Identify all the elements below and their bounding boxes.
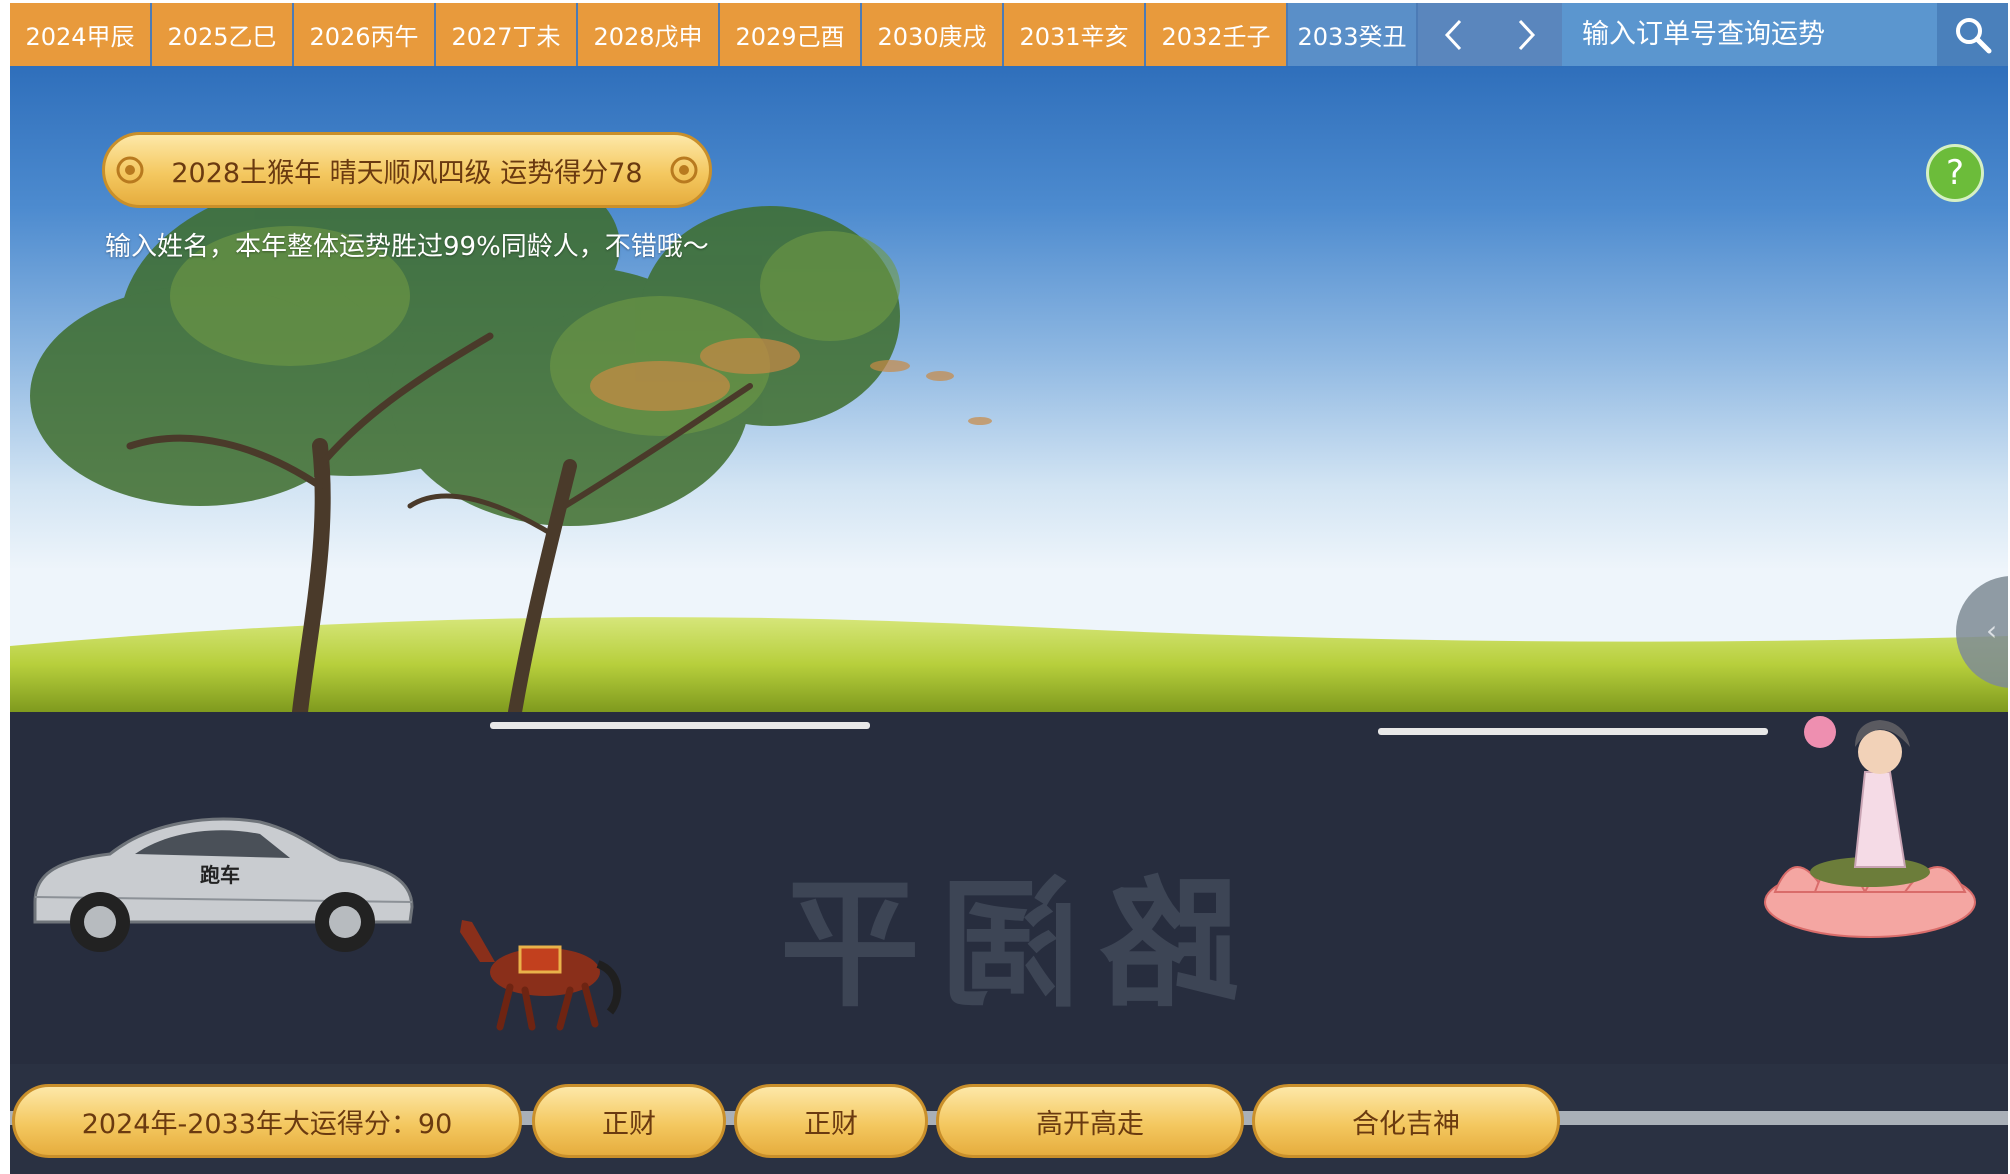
cloud-swirl-icon bbox=[670, 156, 698, 184]
chevron-left-icon bbox=[1444, 19, 1462, 50]
tag-text: 正财 bbox=[804, 1108, 858, 1140]
tab-year-2031[interactable]: 2031辛亥 bbox=[1004, 3, 1144, 66]
tab-year-2024[interactable]: 2024甲辰 bbox=[10, 3, 150, 66]
tag-plaque: 正财 bbox=[532, 1084, 726, 1158]
lane-marking bbox=[490, 722, 870, 729]
year-title-plaque: 2028土猴年 晴天顺风四级 运势得分78 bbox=[102, 132, 712, 208]
tag-text: 合化吉神 bbox=[1352, 1108, 1460, 1140]
tab-year-2027[interactable]: 2027丁未 bbox=[436, 3, 576, 66]
search-icon bbox=[1955, 17, 1991, 53]
tab-year-2028[interactable]: 2028戊申 bbox=[578, 3, 718, 66]
decade-score-plaque: 2024年-2033年大运得分：90 bbox=[12, 1084, 522, 1158]
tag-plaque: 正财 bbox=[734, 1084, 928, 1158]
prev-years-button[interactable] bbox=[1418, 3, 1490, 66]
tag-plaque: 合化吉神 bbox=[1252, 1084, 1560, 1158]
chevron-left-icon: ‹ bbox=[1986, 614, 1998, 647]
chevron-right-icon bbox=[1518, 19, 1536, 50]
tab-year-2029[interactable]: 2029己酉 bbox=[720, 3, 860, 66]
sports-car-image: 跑车 bbox=[33, 817, 414, 952]
lotus-fairy-image bbox=[1764, 716, 1976, 938]
order-search-input[interactable] bbox=[1562, 3, 1937, 66]
road-painted-text: 路阔平 bbox=[760, 864, 1241, 1027]
horse-image bbox=[460, 920, 622, 1031]
fortune-subtitle: 输入姓名，本年整体运势胜过99%同龄人，不错哦～ bbox=[105, 232, 709, 262]
year-title-text: 2028土猴年 晴天顺风四级 运势得分78 bbox=[171, 157, 643, 189]
next-years-button[interactable] bbox=[1490, 3, 1562, 66]
decade-score-text: 2024年-2033年大运得分：90 bbox=[81, 1108, 453, 1140]
tab-year-2025[interactable]: 2025乙巳 bbox=[152, 3, 292, 66]
road: 路阔平 跑车 bbox=[10, 712, 2008, 1064]
tab-year-2026[interactable]: 2026丙午 bbox=[294, 3, 434, 66]
tab-year-2030[interactable]: 2030庚戌 bbox=[862, 3, 1002, 66]
tab-year-2032[interactable]: 2032壬子 bbox=[1146, 3, 1286, 66]
tag-text: 正财 bbox=[602, 1108, 656, 1140]
tag-text: 高开高走 bbox=[1036, 1108, 1144, 1140]
fortune-app: 2024甲辰 2025乙巳 2026丙午 2027丁未 2028戊申 2029己… bbox=[10, 0, 2008, 1174]
cloud-swirl-icon bbox=[116, 156, 144, 184]
tab-year-2033[interactable]: 2033癸丑 bbox=[1288, 3, 1416, 66]
fortune-scene: 2028土猴年 晴天顺风四级 运势得分78 输入姓名，本年整体运势胜过99%同龄… bbox=[10, 66, 2008, 712]
lane-marking bbox=[1378, 728, 1768, 735]
tag-plaque: 高开高走 bbox=[936, 1084, 1244, 1158]
search-button[interactable] bbox=[1937, 3, 2008, 66]
question-mark-icon: ? bbox=[1945, 153, 1965, 193]
car-label: 跑车 bbox=[200, 863, 240, 887]
help-button[interactable]: ? bbox=[1926, 144, 1984, 202]
year-nav-bar: 2024甲辰 2025乙巳 2026丙午 2027丁未 2028戊申 2029己… bbox=[10, 3, 2008, 66]
fortune-summary-bar: 2024年-2033年大运得分：90 正财 正财 高开高走 合化吉神 bbox=[10, 1064, 2008, 1174]
